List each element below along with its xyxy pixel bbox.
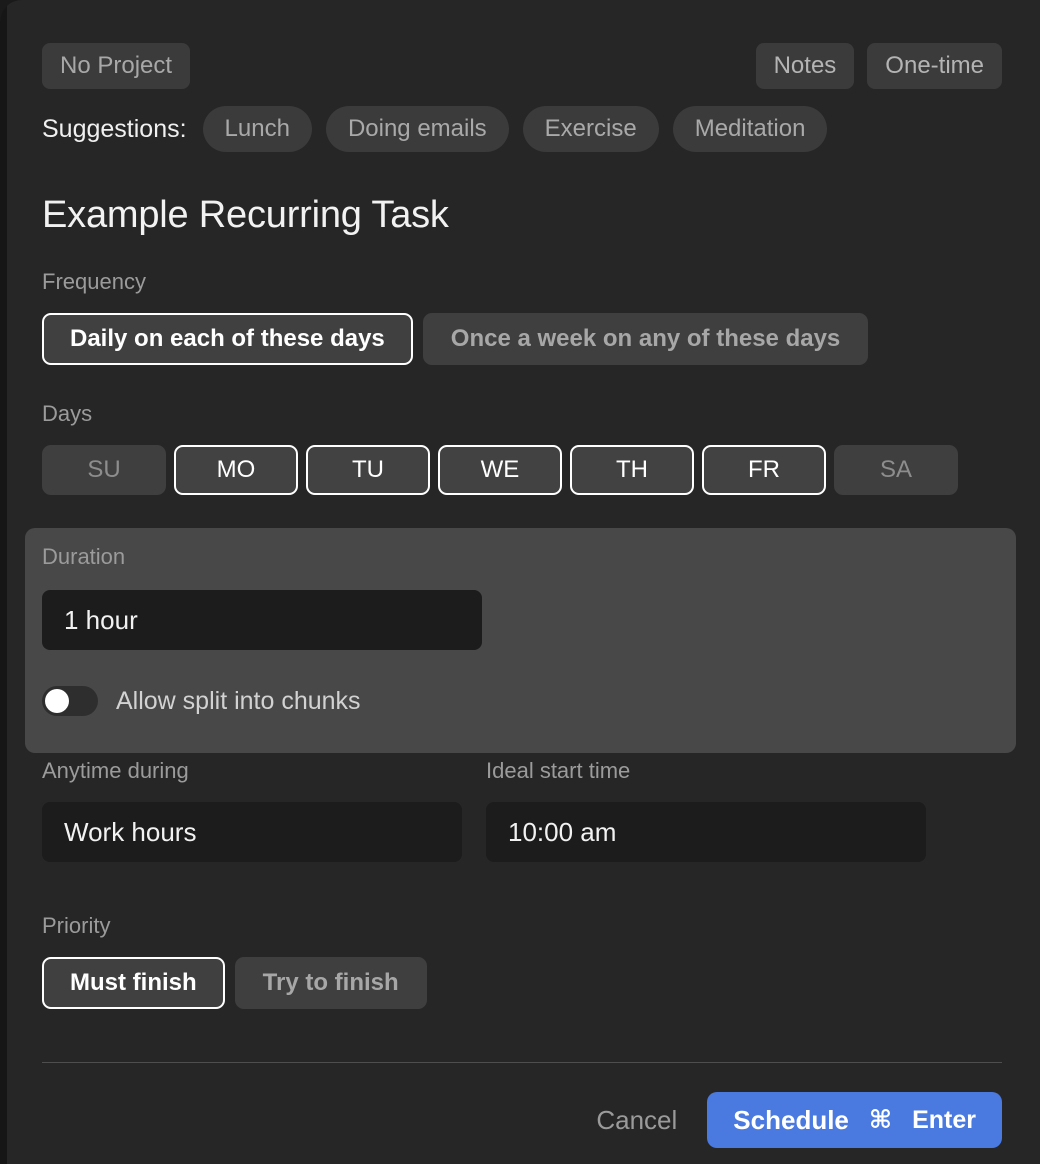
day-button-fr[interactable]: FR bbox=[702, 445, 826, 495]
schedule-button[interactable]: Schedule ⌘ Enter bbox=[707, 1092, 1002, 1148]
day-button-su[interactable]: SU bbox=[42, 445, 166, 495]
duration-input[interactable]: 1 hour bbox=[42, 590, 482, 650]
day-button-sa[interactable]: SA bbox=[834, 445, 958, 495]
duration-label: Duration bbox=[42, 544, 126, 569]
frequency-options: Daily on each of these days Once a week … bbox=[42, 313, 869, 365]
priority-options: Must finish Try to finish bbox=[42, 957, 427, 1009]
frequency-label: Frequency bbox=[42, 269, 146, 294]
day-button-we[interactable]: WE bbox=[438, 445, 562, 495]
duration-panel: Duration 1 hour Allow split into chunks bbox=[25, 528, 1016, 753]
priority-option-try-to-finish[interactable]: Try to finish bbox=[234, 957, 427, 1009]
ideal-start-time-label: Ideal start time bbox=[486, 758, 631, 783]
dialog-footer: Cancel Schedule ⌘ Enter bbox=[42, 1092, 1002, 1148]
allow-split-label: Allow split into chunks bbox=[116, 686, 361, 715]
toggle-knob bbox=[45, 689, 69, 713]
priority-label: Priority bbox=[42, 913, 111, 938]
suggestions-label: Suggestions: bbox=[42, 114, 187, 143]
enter-key-label: Enter bbox=[912, 1105, 976, 1134]
priority-option-must-finish[interactable]: Must finish bbox=[42, 957, 225, 1009]
schedule-button-label: Schedule bbox=[733, 1105, 849, 1135]
frequency-option-once-a-week[interactable]: Once a week on any of these days bbox=[422, 313, 869, 365]
days-selector: SU MO TU WE TH FR SA bbox=[42, 445, 958, 495]
allow-split-toggle[interactable] bbox=[42, 686, 98, 716]
anytime-during-label: Anytime during bbox=[42, 758, 189, 783]
suggestion-chip-doing-emails[interactable]: Doing emails bbox=[325, 106, 509, 152]
suggestion-chip-exercise[interactable]: Exercise bbox=[522, 106, 659, 152]
one-time-button[interactable]: One-time bbox=[867, 43, 1002, 89]
day-button-mo[interactable]: MO bbox=[174, 445, 298, 495]
top-bar: No Project Notes One-time bbox=[42, 40, 1002, 92]
footer-divider bbox=[42, 1062, 1002, 1063]
project-selector-button[interactable]: No Project bbox=[42, 43, 191, 89]
dialog-content: No Project Notes One-time Suggestions: L… bbox=[0, 0, 1040, 1164]
task-scheduler-window: No Project Notes One-time Suggestions: L… bbox=[0, 0, 1040, 1164]
days-label: Days bbox=[42, 401, 93, 426]
allow-split-row: Allow split into chunks bbox=[42, 686, 361, 716]
suggestion-chip-meditation[interactable]: Meditation bbox=[672, 106, 828, 152]
suggestions-row: Suggestions: Lunch Doing emails Exercise… bbox=[42, 106, 828, 152]
cancel-button[interactable]: Cancel bbox=[590, 1099, 683, 1141]
day-button-th[interactable]: TH bbox=[570, 445, 694, 495]
day-button-tu[interactable]: TU bbox=[306, 445, 430, 495]
top-bar-actions: Notes One-time bbox=[755, 43, 1002, 89]
anytime-during-input[interactable]: Work hours bbox=[42, 802, 462, 862]
command-key-icon: ⌘ bbox=[868, 1105, 893, 1134]
notes-button[interactable]: Notes bbox=[755, 43, 855, 89]
frequency-option-daily[interactable]: Daily on each of these days bbox=[42, 313, 413, 365]
ideal-start-time-input[interactable]: 10:00 am bbox=[486, 802, 926, 862]
task-title[interactable]: Example Recurring Task bbox=[42, 194, 449, 237]
suggestion-chip-lunch[interactable]: Lunch bbox=[202, 106, 312, 152]
